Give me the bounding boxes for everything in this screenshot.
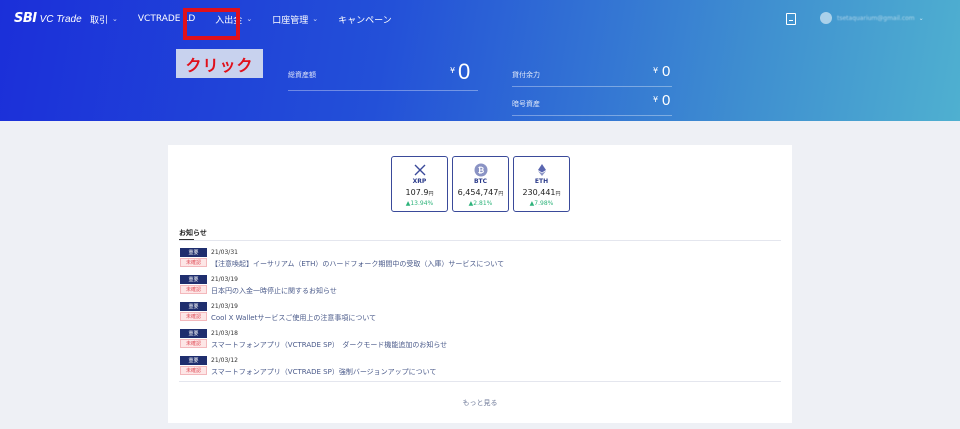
- xrp-icon: [414, 164, 426, 176]
- news-item[interactable]: 重要 未確認 21/03/19 日本円の入金一時停止に関するお知らせ: [179, 275, 779, 299]
- coin-symbol: BTC: [473, 178, 488, 185]
- news-date: 21/03/31: [211, 249, 238, 256]
- chevron-down-icon: ⌄: [246, 15, 253, 23]
- lending-capacity-label: 貸付余力: [512, 71, 540, 79]
- coin-change: ▲2.81%: [468, 200, 493, 207]
- header: SBI VC Trade 取引 ⌄ VCTRADE LD 入出金 ⌄ 口座管理 ⌄ キ…: [0, 0, 960, 121]
- important-badge: 重要: [180, 356, 207, 365]
- see-more-link[interactable]: もっと見る: [0, 398, 960, 408]
- coin-card-eth[interactable]: ETH 230,441円 ▲7.98%: [513, 156, 570, 212]
- nav-item-campaign[interactable]: キャンペーン: [338, 13, 392, 26]
- news-date: 21/03/18: [211, 330, 238, 337]
- avatar: [820, 12, 832, 24]
- nav-item-account[interactable]: 口座管理 ⌄: [272, 13, 318, 26]
- coin-price: 230,441円: [522, 188, 561, 197]
- unconfirmed-badge: 未確認: [180, 339, 207, 348]
- important-badge: 重要: [180, 329, 207, 338]
- news-title-link[interactable]: スマートフォンアプリ（VCTRADE SP）強制バージョンアップについて: [211, 367, 436, 377]
- crypto-assets-currency: ¥: [653, 95, 659, 104]
- coin-symbol: ETH: [534, 178, 549, 185]
- chevron-down-icon: ⌄: [112, 15, 118, 23]
- crypto-assets-value: 0: [662, 92, 671, 109]
- unconfirmed-badge: 未確認: [180, 285, 207, 294]
- total-assets-label: 総資産額: [288, 71, 316, 79]
- divider: [512, 115, 672, 116]
- nav-item-trade[interactable]: 取引 ⌄: [90, 13, 118, 26]
- annotation-click-label: クリック: [176, 49, 263, 78]
- news-date: 21/03/19: [211, 303, 238, 310]
- total-assets-currency: ¥: [450, 66, 456, 75]
- news-date: 21/03/19: [211, 276, 238, 283]
- coin-price: 6,454,747円: [457, 188, 504, 197]
- news-item[interactable]: 重要 未確認 21/03/12 スマートフォンアプリ（VCTRADE SP）強制…: [179, 356, 779, 380]
- divider: [288, 90, 478, 91]
- important-badge: 重要: [180, 302, 207, 311]
- unconfirmed-badge: 未確認: [180, 312, 207, 321]
- btc-icon: ₿: [474, 163, 488, 177]
- unconfirmed-badge: 未確認: [180, 366, 207, 375]
- logo-vc-trade: VC Trade: [39, 14, 82, 25]
- total-assets-value: 0: [458, 59, 471, 84]
- coin-price: 107.9円: [405, 188, 434, 197]
- document-icon[interactable]: [786, 13, 796, 25]
- lending-capacity-value: 0: [662, 63, 671, 80]
- coin-card-xrp[interactable]: XRP 107.9円 ▲13.94%: [391, 156, 448, 212]
- chevron-down-icon: ⌄: [312, 15, 319, 23]
- nav-item-label: 口座管理: [272, 15, 309, 26]
- divider: [179, 240, 781, 241]
- news-title-link[interactable]: 日本円の入金一時停止に関するお知らせ: [211, 286, 337, 296]
- news-item[interactable]: 重要 未確認 21/03/18 スマートフォンアプリ（VCTRADE SP） ダ…: [179, 329, 779, 353]
- lending-capacity-currency: ¥: [653, 66, 659, 75]
- news-item[interactable]: 重要 未確認 21/03/19 Cool X Walletサービスご使用上の注意…: [179, 302, 779, 326]
- eth-icon: [538, 164, 546, 176]
- logo[interactable]: SBI VC Trade: [14, 11, 82, 26]
- logo-sbi: SBI: [14, 11, 37, 26]
- unconfirmed-badge: 未確認: [180, 258, 207, 267]
- divider: [512, 86, 672, 87]
- news-heading: お知らせ: [179, 229, 207, 237]
- main-nav: 取引 ⌄ VCTRADE LD 入出金 ⌄ 口座管理 ⌄ キャンペーン: [80, 0, 402, 38]
- news-item[interactable]: 重要 未確認 21/03/31 【注意喚起】イーサリアム（ETH）のハードフォー…: [179, 248, 779, 272]
- svg-text:₿: ₿: [478, 166, 485, 175]
- chevron-down-icon: ⌄: [918, 14, 924, 22]
- important-badge: 重要: [180, 275, 207, 284]
- coin-change: ▲7.98%: [529, 200, 554, 207]
- news-heading-underline: [179, 239, 194, 240]
- important-badge: 重要: [180, 248, 207, 257]
- annotation-highlight-box: [183, 8, 240, 40]
- nav-item-label: 取引: [90, 15, 109, 26]
- nav-item-label: キャンペーン: [338, 15, 392, 26]
- user-email: tsetaquarium@gmail.com: [837, 14, 915, 22]
- news-date: 21/03/12: [211, 357, 238, 364]
- crypto-assets-label: 暗号資産: [512, 100, 540, 108]
- news-title-link[interactable]: スマートフォンアプリ（VCTRADE SP） ダークモード機能追加のお知らせ: [211, 340, 447, 350]
- divider: [179, 381, 781, 382]
- news-title-link[interactable]: 【注意喚起】イーサリアム（ETH）のハードフォーク期間中の受取（入庫）サービスに…: [211, 259, 504, 269]
- user-menu[interactable]: tsetaquarium@gmail.com ⌄: [820, 12, 924, 24]
- coin-change: ▲13.94%: [405, 200, 434, 207]
- coin-symbol: XRP: [412, 178, 427, 185]
- coin-card-btc[interactable]: ₿ BTC 6,454,747円 ▲2.81%: [452, 156, 509, 212]
- news-title-link[interactable]: Cool X Walletサービスご使用上の注意事項について: [211, 313, 376, 323]
